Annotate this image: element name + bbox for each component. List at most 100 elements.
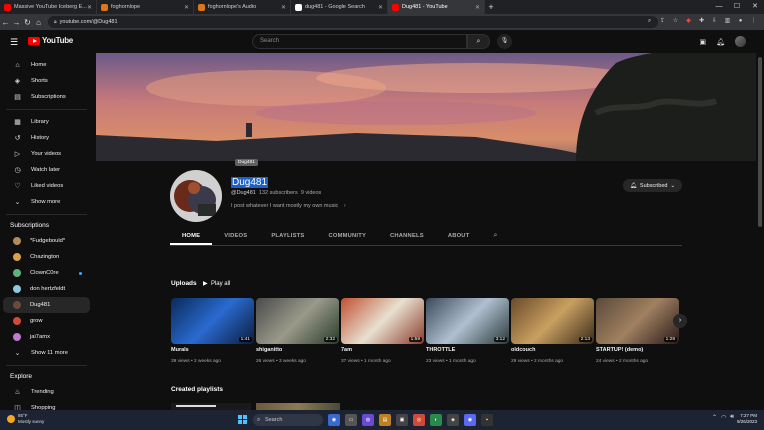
uploads-title[interactable]: Uploads	[171, 280, 197, 287]
close-tab-icon[interactable]: ✕	[475, 4, 480, 11]
video-thumbnail[interactable]: 1:28	[596, 298, 679, 344]
video-title[interactable]: shiganitto	[256, 347, 339, 353]
close-tab-icon[interactable]: ✕	[378, 4, 383, 11]
windows-start-icon[interactable]	[238, 415, 247, 424]
subscribed-button[interactable]: 🔔︎ Subscribed ⌄	[623, 179, 682, 192]
share-icon[interactable]: ⇪	[658, 17, 667, 26]
sidebar-item[interactable]: ◷ Watch later	[3, 162, 90, 178]
browser-tab[interactable]: foghornlope ✕	[97, 0, 194, 14]
browser-tab[interactable]: foghornlope's Audio ✕	[194, 0, 291, 14]
video-thumbnail[interactable]: 1:41	[171, 298, 254, 344]
create-video-icon[interactable]: ▣	[699, 38, 706, 46]
app-icon[interactable]: ▪	[481, 414, 493, 426]
minimize-button[interactable]: —	[710, 0, 728, 14]
app-icon[interactable]: ◉	[328, 414, 340, 426]
bookmark-star-icon[interactable]: ☆	[671, 17, 680, 26]
close-tab-icon[interactable]: ✕	[184, 4, 189, 11]
close-window-button[interactable]: ✕	[746, 0, 764, 14]
playlist-thumbnail[interactable]	[256, 403, 340, 410]
browser-tab[interactable]: Dug481 - YouTube ✕	[388, 0, 485, 14]
sidebar-item[interactable]: ▷ Your videos	[3, 146, 90, 162]
video-title[interactable]: Murals	[171, 347, 254, 353]
video-title[interactable]: STARTUP! (demo)	[596, 347, 679, 353]
close-tab-icon[interactable]: ✕	[281, 4, 286, 11]
sidebar-item[interactable]: don hertzfeldt	[3, 281, 90, 297]
volume-icon[interactable]: 🔊︎	[730, 414, 734, 421]
new-tab-button[interactable]: +	[485, 2, 497, 12]
sidebar-item[interactable]: ◈ Shorts	[3, 73, 90, 89]
sidebar-item[interactable]: ♨ Trending	[3, 384, 90, 400]
tray-chevron-icon[interactable]: ⌃	[712, 414, 717, 421]
tab-playlists[interactable]: PLAYLISTS	[259, 226, 316, 245]
back-button[interactable]: ←	[0, 18, 11, 27]
video-card[interactable]: 1:59 7am 37 views • 1 month ago	[341, 298, 424, 364]
account-avatar[interactable]	[735, 36, 746, 47]
video-card[interactable]: 1:41 Murals 39 views • 2 weeks ago	[171, 298, 254, 364]
shelf-next-arrow-icon[interactable]: ›	[673, 314, 687, 328]
download-icon[interactable]: ⇩	[710, 17, 719, 26]
video-thumbnail[interactable]: 2:13	[511, 298, 594, 344]
search-input[interactable]: Search	[252, 34, 467, 49]
play-all-button[interactable]: ▶ Play all	[203, 280, 230, 287]
search-button[interactable]: ⌕	[467, 34, 490, 49]
app-icon[interactable]: ◈	[447, 414, 459, 426]
youtube-logo[interactable]: YouTube	[28, 36, 73, 45]
channel-search-icon[interactable]: ⌕	[481, 226, 509, 245]
app-icon[interactable]: ▭	[345, 414, 357, 426]
video-card[interactable]: 2:13 oldcouch 29 views • 2 months ago	[511, 298, 594, 364]
extension-icon[interactable]: ◆	[684, 17, 693, 26]
reload-button[interactable]: ↻	[22, 18, 33, 27]
video-card[interactable]: 1:28 STARTUP! (demo) 24 views • 2 months a…	[596, 298, 679, 364]
sidebar-item[interactable]: ▦ Library	[3, 114, 90, 130]
tab-community[interactable]: COMMUNITY	[316, 226, 378, 245]
taskbar-search[interactable]: Search	[253, 414, 323, 426]
sidebar-item[interactable]: ⌂ Home	[3, 57, 90, 73]
tab-videos[interactable]: VIDEOS	[212, 226, 259, 245]
video-title[interactable]: oldcouch	[511, 347, 594, 353]
wifi-icon[interactable]: ◠	[721, 414, 726, 421]
sidebar-item[interactable]: ♡ Liked videos	[3, 178, 90, 194]
url-bar[interactable]: 🔒︎ youtube.com/@Dug481	[48, 16, 658, 28]
sidebar-item[interactable]: ▤ Subscriptions	[3, 89, 90, 105]
video-title[interactable]: THROTTLE	[426, 347, 509, 353]
puzzle-icon[interactable]: ✚	[697, 17, 706, 26]
sidepanel-icon[interactable]: ▥	[723, 17, 732, 26]
maximize-button[interactable]: ☐	[728, 0, 746, 14]
weather-widget[interactable]: 85°F Mostly sunny	[7, 413, 44, 424]
forward-button[interactable]: →	[11, 18, 22, 27]
sidebar-item[interactable]: ⌄ Show more	[3, 194, 90, 210]
app-icon[interactable]: ◐	[430, 414, 442, 426]
notifications-bell-icon[interactable]: 🔔︎	[716, 38, 725, 46]
channel-description[interactable]: I post whatever I want mostly my own mus…	[231, 203, 346, 209]
browser-menu-icon[interactable]: ⋮	[749, 17, 758, 26]
tab-channels[interactable]: CHANNELS	[378, 226, 436, 245]
sidebar-item[interactable]: ClownC0re	[3, 265, 90, 281]
video-thumbnail[interactable]: 3:12	[426, 298, 509, 344]
tab-home[interactable]: HOME	[170, 226, 213, 245]
taskbar-clock[interactable]: 7:27 PM 9/26/2023	[737, 413, 757, 425]
hamburger-menu-icon[interactable]: ☰	[10, 37, 18, 48]
profile-icon[interactable]: ●	[736, 17, 745, 26]
sidebar-item[interactable]: Dug481	[3, 297, 90, 313]
playlist-thumbnail[interactable]	[171, 403, 251, 410]
sidebar-item[interactable]: ↺ History	[3, 130, 90, 146]
home-button[interactable]: ⌂	[33, 18, 44, 27]
sidebar-item[interactable]: *Fudgebould*	[3, 233, 90, 249]
video-thumbnail[interactable]: 1:59	[341, 298, 424, 344]
sidebar-item[interactable]: ⌄ Show 11 more	[3, 345, 90, 361]
app-icon[interactable]: ◉	[464, 414, 476, 426]
voice-search-button[interactable]: 🎙︎	[497, 34, 512, 49]
video-card[interactable]: 3:12 THROTTLE 23 views • 1 month ago	[426, 298, 509, 364]
video-thumbnail[interactable]: 2:32	[256, 298, 339, 344]
app-icon[interactable]: ▣	[396, 414, 408, 426]
tab-about[interactable]: ABOUT	[436, 226, 482, 245]
sidebar-item[interactable]: Chazington	[3, 249, 90, 265]
sidebar-item[interactable]: grow	[3, 313, 90, 329]
channel-avatar[interactable]	[170, 170, 222, 222]
video-title[interactable]: 7am	[341, 347, 424, 353]
close-tab-icon[interactable]: ✕	[87, 4, 92, 11]
browser-tab[interactable]: Massive YouTube Iceberg E... ✕	[0, 0, 97, 14]
video-card[interactable]: 2:32 shiganitto 26 views • 3 weeks ago	[256, 298, 339, 364]
scrollbar-thumb[interactable]	[758, 57, 762, 227]
browser-tab[interactable]: dug481 - Google Search ✕	[291, 0, 388, 14]
